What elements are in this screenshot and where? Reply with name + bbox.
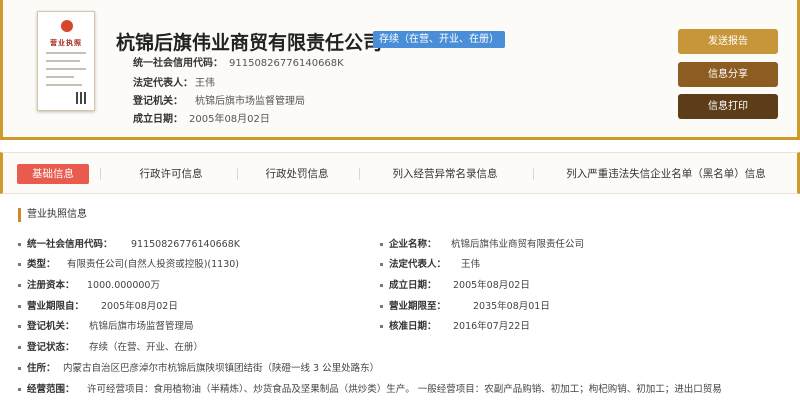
tab-admin-penalty[interactable]: 行政处罚信息 bbox=[241, 164, 353, 184]
tab-divider bbox=[237, 168, 238, 180]
info-row-established: 成立日期： 2005年08月02日 bbox=[133, 110, 270, 125]
info-label: 法定代表人： bbox=[133, 78, 193, 89]
detail-term-to: 营业期限至： 2035年08月01日 bbox=[380, 300, 550, 314]
detail-value: 2035年08月01日 bbox=[473, 301, 550, 312]
detail-value: 有限责任公司(自然人投资或控股)(1130) bbox=[67, 259, 240, 270]
info-label: 统一社会信用代码： bbox=[133, 58, 223, 69]
license-text-line bbox=[46, 60, 80, 62]
bullet-icon bbox=[18, 346, 21, 349]
bullet-icon bbox=[380, 284, 383, 287]
detail-value: 杭锦后旗市场监督管理局 bbox=[89, 321, 194, 332]
tab-blacklist[interactable]: 列入严重违法失信企业名单（黑名单）信息 bbox=[551, 164, 781, 184]
national-emblem-icon bbox=[61, 20, 73, 32]
detail-type: 类型： 有限责任公司(自然人投资或控股)(1130) bbox=[18, 258, 239, 272]
detail-status: 登记状态： 存续（在营、开业、在册） bbox=[18, 341, 203, 355]
license-text-line bbox=[46, 76, 74, 78]
detail-label: 企业名称： bbox=[389, 239, 437, 250]
detail-value: 2016年07月22日 bbox=[453, 321, 530, 332]
bullet-icon bbox=[18, 263, 21, 266]
section-title: 营业执照信息 bbox=[18, 208, 87, 222]
license-text-line bbox=[46, 68, 86, 70]
print-info-button[interactable]: 信息打印 bbox=[678, 94, 778, 119]
detail-authority: 登记机关： 杭锦后旗市场监督管理局 bbox=[18, 320, 194, 334]
license-text-line bbox=[46, 52, 86, 54]
detail-value: 2005年08月02日 bbox=[453, 280, 530, 291]
bullet-icon bbox=[380, 325, 383, 328]
tab-divider bbox=[359, 168, 360, 180]
detail-value: 内蒙古自治区巴彦淖尔市杭锦后旗陕坝镇团结街（陕磴一线 3 公里处路东） bbox=[63, 363, 380, 374]
detail-value: 王伟 bbox=[461, 259, 481, 270]
detail-approved: 核准日期： 2016年07月22日 bbox=[380, 320, 530, 334]
detail-label: 登记状态： bbox=[27, 342, 75, 353]
send-report-button[interactable]: 发送报告 bbox=[678, 29, 778, 54]
detail-label: 经营范围： bbox=[27, 384, 75, 395]
tab-basic-info[interactable]: 基础信息 bbox=[17, 164, 89, 184]
bullet-icon bbox=[18, 367, 21, 370]
status-badge: 存续（在营、开业、在册） bbox=[373, 31, 505, 48]
info-value: 杭锦后旗市场监督管理局 bbox=[195, 96, 305, 107]
info-label: 登记机关： bbox=[133, 96, 183, 107]
info-row-authority: 登记机关： 杭锦后旗市场监督管理局 bbox=[133, 92, 305, 107]
detail-value: 存续（在营、开业、在册） bbox=[89, 342, 204, 353]
business-license-thumbnail[interactable]: 营业执照 bbox=[37, 11, 95, 111]
info-value: 王伟 bbox=[195, 78, 215, 89]
detail-value: 91150826776140668K bbox=[131, 239, 240, 250]
license-thumb-title: 营业执照 bbox=[50, 39, 82, 47]
bullet-icon bbox=[18, 305, 21, 308]
detail-label: 营业期限至： bbox=[389, 301, 447, 312]
detail-enterprise-name: 企业名称： 杭锦后旗伟业商贸有限责任公司 bbox=[380, 238, 584, 252]
bullet-icon bbox=[18, 388, 21, 391]
tab-admin-license[interactable]: 行政许可信息 bbox=[115, 164, 227, 184]
bullet-icon bbox=[380, 263, 383, 266]
bullet-icon bbox=[380, 305, 383, 308]
info-tabs: 基础信息 行政许可信息 行政处罚信息 列入经营异常名录信息 列入严重违法失信企业… bbox=[0, 152, 800, 194]
bullet-icon bbox=[18, 325, 21, 328]
bullet-icon bbox=[18, 284, 21, 287]
info-row-legal-rep: 法定代表人： 王伟 bbox=[133, 74, 215, 89]
detail-scope: 经营范围： 许可经营项目：食用植物油（半精炼）、炒货食品及坚果制品（烘炒类）生产。… bbox=[18, 383, 800, 397]
company-name: 杭锦后旗伟业商贸有限责任公司 bbox=[116, 32, 383, 54]
detail-label: 登记机关： bbox=[27, 321, 75, 332]
tab-abnormal-list[interactable]: 列入经营异常名录信息 bbox=[371, 164, 519, 184]
detail-established: 成立日期： 2005年08月02日 bbox=[380, 279, 530, 293]
info-row-credit-code: 统一社会信用代码： 91150826776140668K bbox=[133, 54, 344, 69]
detail-value: 许可经营项目：食用植物油（半精炼）、炒货食品及坚果制品（烘炒类）生产。 一般经营… bbox=[87, 384, 722, 395]
detail-label: 核准日期： bbox=[389, 321, 437, 332]
detail-label: 住所： bbox=[27, 363, 56, 374]
detail-label: 成立日期： bbox=[389, 280, 437, 291]
detail-address: 住所： 内蒙古自治区巴彦淖尔市杭锦后旗陕坝镇团结街（陕磴一线 3 公里处路东） bbox=[18, 362, 788, 376]
bullet-icon bbox=[380, 243, 383, 246]
detail-legal-rep: 法定代表人： 王伟 bbox=[380, 258, 480, 272]
info-label: 成立日期： bbox=[133, 114, 183, 125]
detail-label: 类型： bbox=[27, 259, 56, 270]
company-header-card: 营业执照 杭锦后旗伟业商贸有限责任公司 存续（在营、开业、在册） 统一社会信用代… bbox=[0, 0, 800, 140]
bullet-icon bbox=[18, 243, 21, 246]
detail-label: 注册资本： bbox=[27, 280, 75, 291]
license-text-line bbox=[46, 84, 82, 86]
detail-value: 1000.000000万 bbox=[87, 280, 160, 291]
detail-label: 法定代表人： bbox=[389, 259, 447, 270]
detail-term-from: 营业期限自： 2005年08月02日 bbox=[18, 300, 178, 314]
detail-credit-code: 统一社会信用代码： 91150826776140668K bbox=[18, 238, 240, 252]
info-value: 2005年08月02日 bbox=[189, 114, 270, 125]
share-info-button[interactable]: 信息分享 bbox=[678, 62, 778, 87]
tab-divider bbox=[533, 168, 534, 180]
detail-capital: 注册资本： 1000.000000万 bbox=[18, 279, 160, 293]
detail-label: 统一社会信用代码： bbox=[27, 239, 113, 250]
tab-divider bbox=[100, 168, 101, 180]
info-value: 91150826776140668K bbox=[229, 58, 344, 69]
detail-value: 杭锦后旗伟业商贸有限责任公司 bbox=[451, 239, 585, 250]
detail-label: 营业期限自： bbox=[27, 301, 85, 312]
detail-value: 2005年08月02日 bbox=[101, 301, 178, 312]
qr-code-icon bbox=[76, 92, 88, 104]
